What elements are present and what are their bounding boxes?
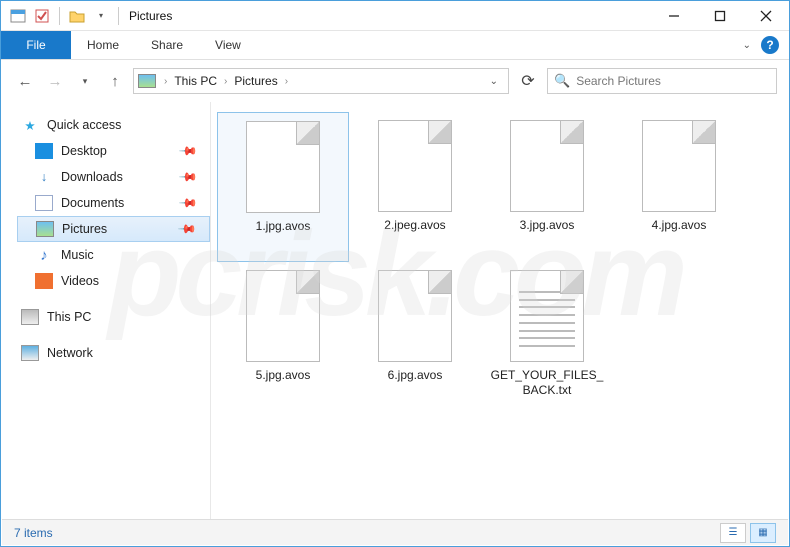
file-item[interactable]: 1.jpg.avos bbox=[217, 112, 349, 262]
unknown-file-icon bbox=[378, 270, 452, 362]
pin-icon: 📌 bbox=[178, 141, 198, 161]
file-item[interactable]: 5.jpg.avos bbox=[217, 262, 349, 412]
sidebar-item-documents[interactable]: Documents 📌 bbox=[17, 190, 210, 216]
view-details-button[interactable]: ☰ bbox=[720, 523, 746, 543]
unknown-file-icon bbox=[378, 120, 452, 212]
quick-access-toolbar: ▾ bbox=[1, 5, 123, 27]
star-icon: ★ bbox=[21, 117, 39, 133]
separator bbox=[59, 7, 60, 25]
sidebar-item-downloads[interactable]: Downloads 📌 bbox=[17, 164, 210, 190]
pin-icon: 📌 bbox=[178, 167, 198, 187]
separator bbox=[118, 7, 119, 25]
file-name-label: 3.jpg.avos bbox=[520, 218, 575, 233]
file-name-label: 1.jpg.avos bbox=[256, 219, 311, 234]
refresh-button[interactable]: ⟳ bbox=[515, 68, 541, 94]
file-item[interactable]: GET_YOUR_FILES_BACK.txt bbox=[481, 262, 613, 412]
up-button[interactable]: ↑ bbox=[103, 69, 127, 93]
file-name-label: GET_YOUR_FILES_BACK.txt bbox=[487, 368, 607, 398]
sidebar-item-label: Videos bbox=[61, 274, 99, 288]
file-list[interactable]: 1.jpg.avos 2.jpeg.avos 3.jpg.avos 4.jpg.avo… bbox=[211, 102, 789, 520]
ribbon: File Home Share View ⌄ ? bbox=[1, 31, 789, 60]
network-icon bbox=[21, 345, 39, 361]
address-bar[interactable]: › This PC › Pictures › ⌄ bbox=[133, 68, 509, 94]
file-name-label: 6.jpg.avos bbox=[388, 368, 443, 383]
file-item[interactable]: 4.jpg.avos bbox=[613, 112, 745, 262]
sidebar-item-label: This PC bbox=[47, 310, 91, 324]
file-name-label: 5.jpg.avos bbox=[256, 368, 311, 383]
minimize-button[interactable] bbox=[651, 1, 697, 31]
sidebar-item-desktop[interactable]: Desktop 📌 bbox=[17, 138, 210, 164]
status-item-count: 7 items bbox=[14, 526, 53, 540]
tab-share[interactable]: Share bbox=[135, 31, 199, 59]
file-name-label: 2.jpeg.avos bbox=[384, 218, 445, 233]
back-button[interactable]: ← bbox=[13, 69, 37, 93]
crumb-separator-icon[interactable]: › bbox=[285, 76, 288, 87]
videos-icon bbox=[35, 273, 53, 289]
forward-button[interactable]: → bbox=[43, 69, 67, 93]
sidebar-item-label: Quick access bbox=[47, 118, 121, 132]
search-box[interactable]: 🔍 Search Pictures bbox=[547, 68, 777, 94]
file-item[interactable]: 3.jpg.avos bbox=[481, 112, 613, 262]
pin-icon: 📌 bbox=[178, 193, 198, 213]
help-icon[interactable]: ? bbox=[761, 36, 779, 54]
unknown-file-icon bbox=[642, 120, 716, 212]
file-menu[interactable]: File bbox=[1, 31, 71, 59]
sidebar-item-videos[interactable]: Videos bbox=[17, 268, 210, 294]
qa-dropdown-icon[interactable]: ▾ bbox=[90, 5, 112, 27]
pc-icon bbox=[21, 309, 39, 325]
qa-properties-icon[interactable] bbox=[31, 5, 53, 27]
documents-icon bbox=[35, 195, 53, 211]
search-placeholder: Search Pictures bbox=[576, 74, 661, 88]
recent-locations-dropdown[interactable]: ▾ bbox=[73, 69, 97, 93]
text-file-icon bbox=[510, 270, 584, 362]
sidebar-quick-access[interactable]: ★ Quick access bbox=[17, 112, 210, 138]
pin-icon: 📌 bbox=[177, 219, 197, 239]
navigation-row: ← → ▾ ↑ › This PC › Pictures › ⌄ ⟳ 🔍 Sea… bbox=[1, 60, 789, 102]
sidebar-item-label: Desktop bbox=[61, 144, 107, 158]
desktop-icon bbox=[35, 143, 53, 159]
file-item[interactable]: 6.jpg.avos bbox=[349, 262, 481, 412]
window-controls bbox=[651, 1, 789, 31]
file-name-label: 4.jpg.avos bbox=[652, 218, 707, 233]
sidebar-item-label: Documents bbox=[61, 196, 124, 210]
maximize-button[interactable] bbox=[697, 1, 743, 31]
crumb-this-pc[interactable]: This PC bbox=[171, 74, 220, 88]
qa-newfolder-icon[interactable] bbox=[66, 5, 88, 27]
crumb-separator-icon[interactable]: › bbox=[164, 76, 167, 87]
music-icon: ♪ bbox=[35, 247, 53, 263]
search-icon: 🔍 bbox=[554, 73, 570, 89]
tab-view[interactable]: View bbox=[199, 31, 257, 59]
file-item[interactable]: 2.jpeg.avos bbox=[349, 112, 481, 262]
unknown-file-icon bbox=[246, 270, 320, 362]
pictures-icon bbox=[36, 221, 54, 237]
ribbon-expand-icon[interactable]: ⌄ bbox=[743, 40, 751, 51]
view-large-icons-button[interactable]: ▦ bbox=[750, 523, 776, 543]
navigation-pane[interactable]: ★ Quick access Desktop 📌 Downloads 📌 Doc… bbox=[1, 102, 211, 520]
main-area: ★ Quick access Desktop 📌 Downloads 📌 Doc… bbox=[1, 102, 789, 520]
downloads-icon bbox=[35, 169, 53, 185]
explorer-app-icon bbox=[7, 5, 29, 27]
title-bar: ▾ Pictures bbox=[1, 1, 789, 31]
location-icon bbox=[138, 74, 156, 88]
tab-home[interactable]: Home bbox=[71, 31, 135, 59]
crumb-separator-icon[interactable]: › bbox=[224, 76, 227, 87]
status-bar: 7 items ☰ ▦ bbox=[2, 519, 788, 545]
sidebar-item-label: Pictures bbox=[62, 222, 107, 236]
sidebar-item-label: Downloads bbox=[61, 170, 123, 184]
unknown-file-icon bbox=[246, 121, 320, 213]
crumb-pictures[interactable]: Pictures bbox=[231, 74, 280, 88]
sidebar-network[interactable]: Network bbox=[17, 340, 210, 366]
window-title: Pictures bbox=[123, 9, 172, 23]
address-history-dropdown[interactable]: ⌄ bbox=[484, 76, 504, 87]
sidebar-this-pc[interactable]: This PC bbox=[17, 304, 210, 330]
sidebar-item-music[interactable]: ♪ Music bbox=[17, 242, 210, 268]
close-button[interactable] bbox=[743, 1, 789, 31]
sidebar-item-pictures[interactable]: Pictures 📌 bbox=[17, 216, 210, 242]
unknown-file-icon bbox=[510, 120, 584, 212]
sidebar-item-label: Music bbox=[61, 248, 94, 262]
sidebar-item-label: Network bbox=[47, 346, 93, 360]
